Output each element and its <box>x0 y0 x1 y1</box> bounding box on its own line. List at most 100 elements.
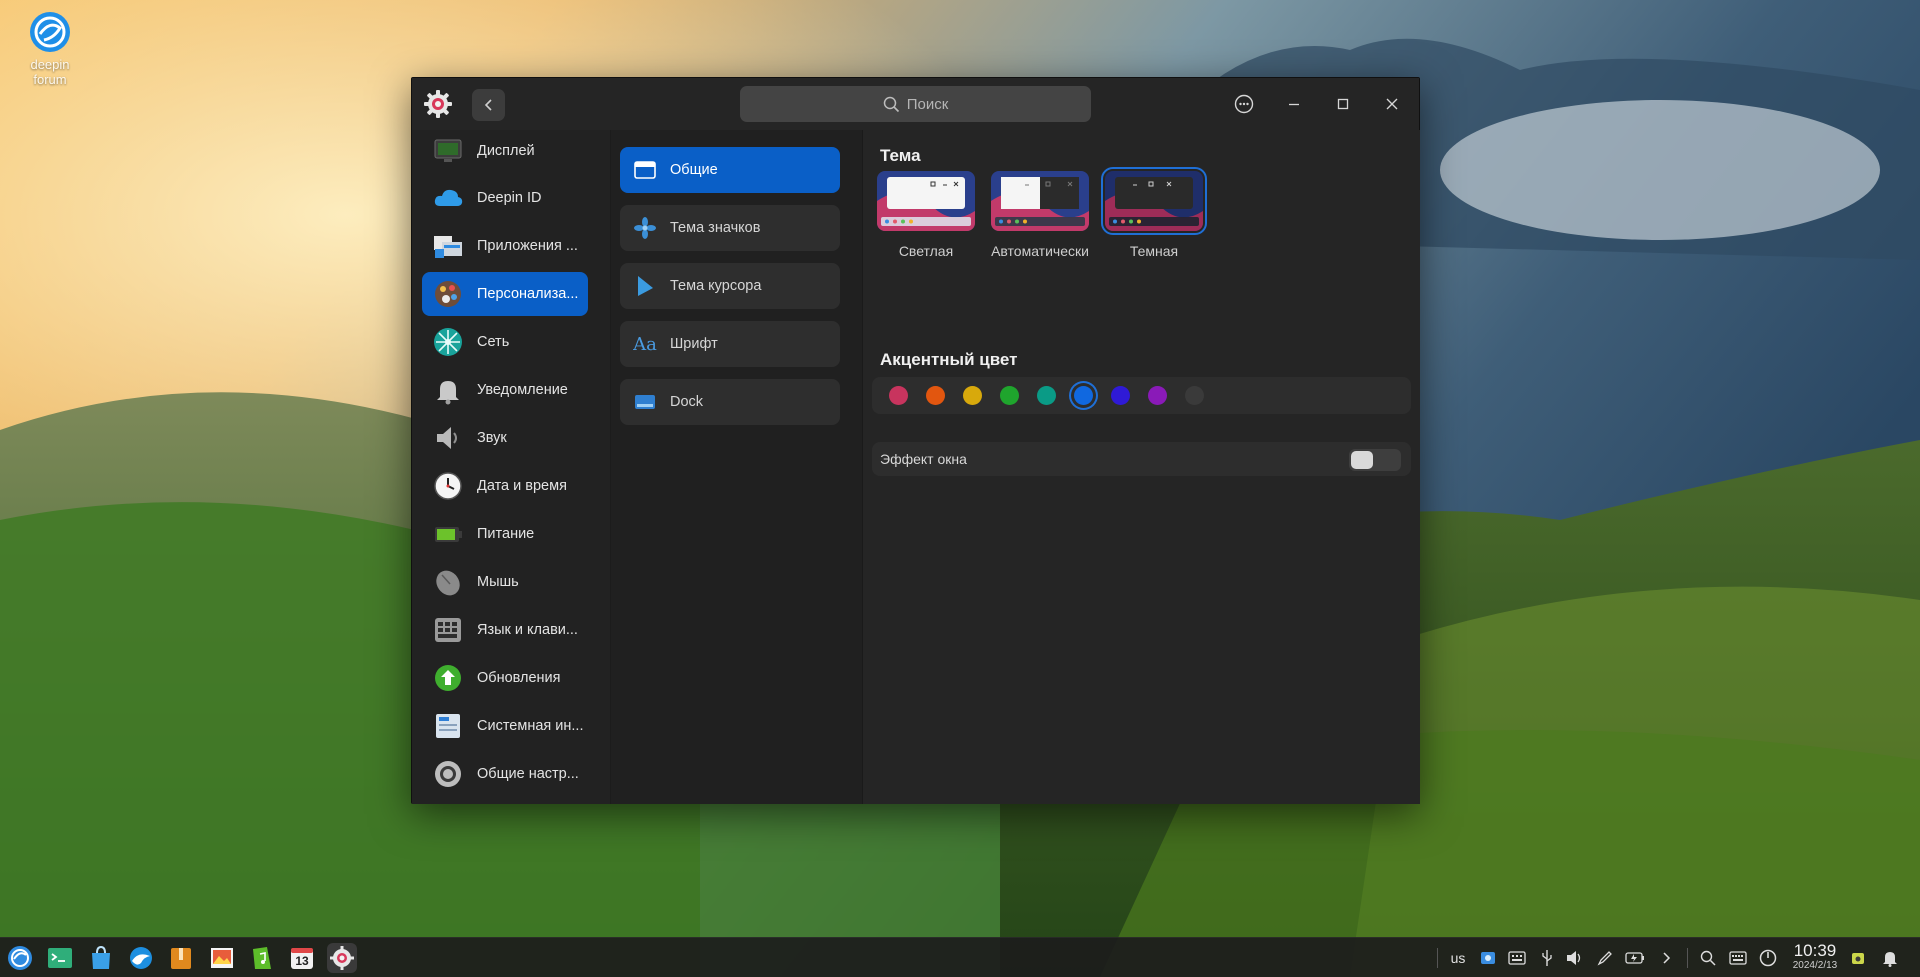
general-settings-icon <box>432 758 464 790</box>
archive-icon <box>171 948 191 969</box>
subnav-item-dock[interactable]: Dock <box>620 379 840 425</box>
sidebar-item-label: Системная ин... <box>477 718 584 734</box>
accent-color-graphite[interactable] <box>1185 386 1204 405</box>
sidebar-item-sound[interactable]: Звук <box>422 416 588 460</box>
launcher-button[interactable] <box>5 943 35 973</box>
tray-separator <box>1687 948 1688 968</box>
keyboard-icon <box>432 614 464 646</box>
usb-tray-icon[interactable] <box>1537 946 1557 970</box>
notification-bell-button[interactable] <box>1879 946 1901 970</box>
menu-button[interactable] <box>1228 88 1260 120</box>
music-app[interactable] <box>247 943 277 973</box>
theme-option-auto[interactable] <box>991 171 1089 231</box>
tray-separator <box>1437 948 1438 968</box>
accent-color-indigo[interactable] <box>1111 386 1130 405</box>
power-tray-icon[interactable] <box>1757 946 1779 970</box>
sidebar: Дисплей Deepin ID Приложения ... Персона… <box>412 130 611 804</box>
sidebar-item-notifications[interactable]: Уведомление <box>422 368 588 412</box>
subnav-item-cursor-theme[interactable]: Тема курсора <box>620 263 840 309</box>
maximize-button[interactable] <box>1327 88 1359 120</box>
speaker-icon <box>432 422 464 454</box>
keyboard-tray-icon[interactable] <box>1506 946 1528 970</box>
accent-color-blue[interactable] <box>1074 386 1093 405</box>
search-placeholder: Поиск <box>906 95 949 113</box>
accent-color-green[interactable] <box>1000 386 1019 405</box>
bell-icon <box>432 374 464 406</box>
app-tray-icon[interactable] <box>1847 946 1869 970</box>
calendar-day: 13 <box>295 954 309 968</box>
sidebar-item-label: Персонализа... <box>477 286 579 302</box>
sidebar-item-label: Deepin ID <box>477 190 542 206</box>
tray-expand-button[interactable] <box>1656 946 1676 970</box>
sidebar-item-label: Питание <box>477 526 535 542</box>
accent-color-yellow[interactable] <box>963 386 982 405</box>
search-icon <box>883 96 899 112</box>
close-button[interactable] <box>1376 88 1408 120</box>
subnav-item-icon-theme[interactable]: Тема значков <box>620 205 840 251</box>
theme-label-auto: Автоматически <box>991 243 1089 259</box>
sidebar-item-power[interactable]: Питание <box>422 512 588 556</box>
sidebar-item-apps[interactable]: Приложения ... <box>422 224 588 268</box>
keyboard-layout-indicator[interactable]: us <box>1446 946 1470 970</box>
sidebar-item-network[interactable]: Сеть <box>422 320 588 364</box>
search-input[interactable]: Поиск <box>740 86 1091 122</box>
image-viewer-app[interactable] <box>207 943 237 973</box>
more-options-icon <box>1234 94 1254 114</box>
search-tray-icon[interactable] <box>1697 946 1719 970</box>
taskbar-clock[interactable]: 10:39 2024/2/13 <box>1790 942 1840 972</box>
screenshot-tray-icon[interactable] <box>1477 946 1499 970</box>
theme-option-light[interactable] <box>877 171 975 231</box>
subnav-item-font[interactable]: Aa Шрифт <box>620 321 840 367</box>
control-center-icon <box>330 946 354 970</box>
accent-color-orange[interactable] <box>926 386 945 405</box>
onscreen-keyboard-tray-icon[interactable] <box>1727 946 1749 970</box>
sidebar-item-display[interactable]: Дисплей <box>422 129 588 173</box>
minimize-button[interactable] <box>1278 88 1310 120</box>
terminal-app[interactable] <box>45 943 75 973</box>
subnav-item-label: Шрифт <box>670 336 718 352</box>
accent-color-heading: Акцентный цвет <box>880 350 1018 369</box>
deepin-forum-desktop-icon[interactable]: deepin forum <box>18 10 82 87</box>
control-center-app[interactable] <box>327 943 357 973</box>
subnav-item-general[interactable]: Общие <box>620 147 840 193</box>
sidebar-item-system-info[interactable]: Системная ин... <box>422 704 588 748</box>
sidebar-item-keyboard[interactable]: Язык и клави... <box>422 608 588 652</box>
calendar-app[interactable]: 13 <box>287 943 317 973</box>
sidebar-item-label: Звук <box>477 430 507 446</box>
taskbar: 13 us 10:39 2024/2/13 <box>0 937 1920 977</box>
window-effect-row: Эффект окна <box>872 442 1411 476</box>
image-viewer-icon <box>211 948 233 968</box>
sidebar-item-label: Дисплей <box>477 143 535 159</box>
archive-manager-app[interactable] <box>166 943 196 973</box>
sidebar-item-mouse[interactable]: Мышь <box>422 560 588 604</box>
accent-color-picker <box>872 377 1411 414</box>
accent-color-pink[interactable] <box>889 386 908 405</box>
volume-tray-icon[interactable] <box>1564 946 1586 970</box>
subnav-item-label: Тема курсора <box>670 278 762 294</box>
network-icon <box>432 326 464 358</box>
control-center-window: Поиск Дисплей Deepin ID Приложения ... П… <box>411 77 1420 804</box>
browser-app[interactable] <box>126 943 156 973</box>
sidebar-item-updates[interactable]: Обновления <box>422 656 588 700</box>
minimize-icon <box>1289 103 1299 106</box>
sidebar-item-label: Уведомление <box>477 382 568 398</box>
battery-tray-icon[interactable] <box>1624 946 1646 970</box>
sidebar-item-datetime[interactable]: Дата и время <box>422 464 588 508</box>
pen-tray-icon[interactable] <box>1594 946 1616 970</box>
update-icon <box>432 662 464 694</box>
sidebar-item-general-settings[interactable]: Общие настр... <box>422 752 588 796</box>
personalization-general-content: Тема Светлая Автоматически Темная Акцент… <box>863 130 1420 804</box>
subnav-item-label: Dock <box>670 394 704 410</box>
app-store-app[interactable] <box>86 943 116 973</box>
music-icon <box>253 947 271 969</box>
toggle-knob <box>1351 451 1373 469</box>
font-icon: Aa <box>633 333 657 355</box>
sidebar-item-deepin-id[interactable]: Deepin ID <box>422 176 588 220</box>
accent-color-teal[interactable] <box>1037 386 1056 405</box>
back-button[interactable] <box>472 89 505 121</box>
sidebar-item-personalization[interactable]: Персонализа... <box>422 272 588 316</box>
theme-heading: Тема <box>880 146 921 165</box>
accent-color-purple[interactable] <box>1148 386 1167 405</box>
theme-option-dark[interactable] <box>1101 167 1207 235</box>
window-effect-toggle[interactable] <box>1349 449 1401 471</box>
